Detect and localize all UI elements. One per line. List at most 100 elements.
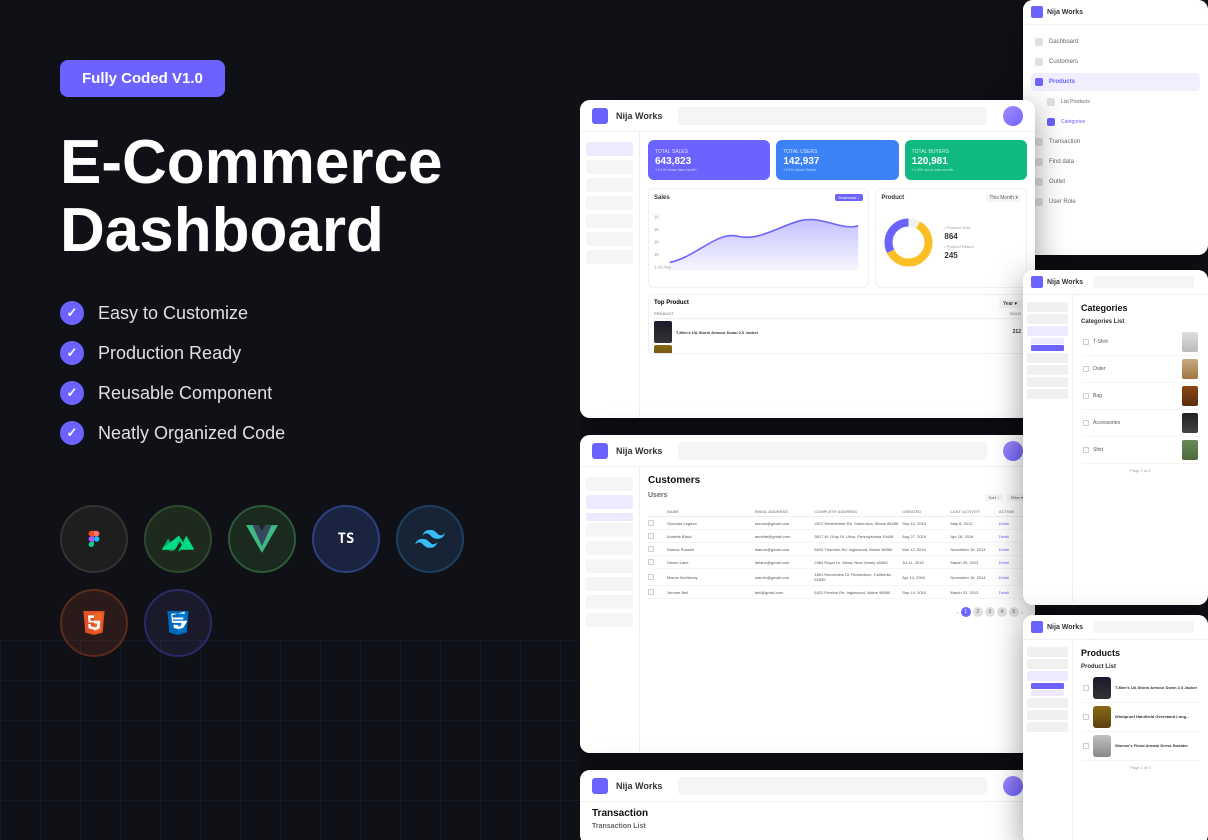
cat-nav-1[interactable] bbox=[1027, 302, 1068, 312]
prod-body: Products Product List T-Men's UA Storm A… bbox=[1023, 640, 1208, 840]
nav-categories[interactable]: Categories bbox=[1031, 113, 1200, 131]
cust-sidebar-customers[interactable] bbox=[586, 495, 633, 509]
cat-nav-8[interactable] bbox=[1027, 389, 1068, 399]
page-2[interactable]: 2 bbox=[973, 607, 983, 617]
cat-nav-5[interactable] bbox=[1027, 353, 1068, 363]
cat-checkbox[interactable] bbox=[1083, 393, 1089, 399]
prod-checkbox[interactable] bbox=[1083, 685, 1089, 691]
cust-created: Sep 14, 2010 bbox=[902, 590, 947, 595]
nav-userrole[interactable]: User Role bbox=[1031, 193, 1200, 211]
cust-sidebar-dashboard[interactable] bbox=[586, 477, 633, 491]
cat-name: Accessories bbox=[1093, 420, 1120, 426]
sort-btn[interactable]: Sort ↕ bbox=[985, 494, 1003, 501]
page-4[interactable]: 4 bbox=[997, 607, 1007, 617]
cat-search[interactable] bbox=[1093, 276, 1194, 288]
page-1[interactable]: 1 bbox=[961, 607, 971, 617]
cat-checkbox[interactable] bbox=[1083, 420, 1089, 426]
cust-email: servan@gmail.com bbox=[755, 521, 812, 526]
cust-address: 8602 Thornton Rd. Inglewood, Maine 98380 bbox=[814, 547, 899, 552]
row-checkbox[interactable] bbox=[648, 533, 654, 539]
cust-created: Apr 14, 2004 bbox=[902, 575, 947, 580]
feature-production-ready: Production Ready bbox=[60, 341, 520, 365]
product-chart-header: Product This Month ▾ bbox=[881, 194, 1021, 202]
cust-sidebar-users-active[interactable] bbox=[586, 513, 633, 521]
row-checkbox[interactable] bbox=[648, 546, 654, 552]
cust-sidebar-partner[interactable] bbox=[586, 577, 633, 591]
prod-nav-listproducts[interactable] bbox=[1031, 683, 1064, 689]
cust-sidebar-userrole[interactable] bbox=[586, 613, 633, 627]
prod-nav-4[interactable] bbox=[1027, 698, 1068, 708]
figma-icon bbox=[60, 505, 128, 573]
sidebar-screenshot: Nija Works Dashboard Customers Products … bbox=[1023, 0, 1208, 255]
sidebar-row-userrole[interactable] bbox=[586, 250, 633, 264]
top-product-title: Top Product bbox=[654, 300, 689, 308]
stat-label-users: TOTAL USERS bbox=[783, 149, 891, 155]
cust-search[interactable] bbox=[678, 442, 987, 460]
prod-nav-6[interactable] bbox=[1027, 722, 1068, 732]
table-row: Devon Lane delane@gmail.com 2464 Royal L… bbox=[648, 556, 1027, 569]
cat-nav-4[interactable] bbox=[1031, 338, 1064, 344]
row-checkbox[interactable] bbox=[648, 520, 654, 526]
nav-products[interactable]: Products bbox=[1031, 73, 1200, 91]
pagination-next[interactable]: » bbox=[1021, 610, 1023, 615]
nav-finddata[interactable]: Transaction bbox=[1031, 133, 1200, 151]
pagination-prev[interactable]: « bbox=[957, 610, 959, 615]
cat-nav-categories[interactable] bbox=[1031, 345, 1064, 351]
sidebar-row-finddata[interactable] bbox=[586, 196, 633, 210]
nav-transaction[interactable]: List Products bbox=[1031, 93, 1200, 111]
cust-sidebar-outlet[interactable] bbox=[586, 595, 633, 609]
stat-total-users: TOTAL USERS 142,937 +12% since March bbox=[776, 140, 898, 180]
cust-email: marvin@gmail.com bbox=[755, 575, 812, 580]
cat-checkbox[interactable] bbox=[1083, 339, 1089, 345]
products-main: Products Product List T-Men's UA Storm A… bbox=[1073, 640, 1208, 840]
cat-nav-3-active[interactable] bbox=[1027, 326, 1068, 336]
cat-checkbox[interactable] bbox=[1083, 447, 1089, 453]
cust-created: Sep 14, 2010 bbox=[902, 521, 947, 526]
cust-sidebar-transaction[interactable] bbox=[586, 541, 633, 555]
sidebar-row-dashboard[interactable] bbox=[586, 142, 633, 156]
page-5[interactable]: 5 bbox=[1009, 607, 1019, 617]
cust-table-actions: Sort ↕ Filter ▾ bbox=[985, 494, 1027, 501]
prod-image-3 bbox=[1093, 735, 1111, 757]
prod-nav-5[interactable] bbox=[1027, 710, 1068, 720]
cust-email: bell@gmail.com bbox=[755, 590, 812, 595]
sidebar-row-transaction[interactable] bbox=[586, 178, 633, 192]
product-month-select[interactable]: This Month ▾ bbox=[986, 194, 1021, 202]
prod-nav-2[interactable] bbox=[1027, 659, 1068, 669]
transaction-title: Transaction bbox=[592, 808, 1023, 819]
page-3[interactable]: 3 bbox=[985, 607, 995, 617]
prod-checkbox[interactable] bbox=[1083, 743, 1089, 749]
cat-name: Bag bbox=[1093, 393, 1102, 399]
prod-nav-categories[interactable] bbox=[1031, 690, 1064, 696]
cust-table-headers: NAME EMAIL ADDRESS COMPLETE ADDRESS CREA… bbox=[648, 507, 1027, 517]
prod-search[interactable] bbox=[1093, 621, 1194, 633]
sidebar-row-partner[interactable] bbox=[586, 214, 633, 228]
sidebar-row-outlet[interactable] bbox=[586, 232, 633, 246]
top-product-card: Top Product Year ▾ PRODUCT SOLD T-Men's … bbox=[648, 294, 1027, 354]
th-name: NAME bbox=[667, 509, 752, 514]
cat-nav-7[interactable] bbox=[1027, 377, 1068, 387]
dash-search-bar[interactable] bbox=[678, 107, 987, 125]
cust-email: annette@gmail.com bbox=[755, 534, 812, 539]
nav-partner[interactable]: Find data bbox=[1031, 153, 1200, 171]
row-checkbox[interactable] bbox=[648, 559, 654, 565]
prod-nav-1[interactable] bbox=[1027, 647, 1068, 657]
cat-checkbox[interactable] bbox=[1083, 366, 1089, 372]
row-checkbox[interactable] bbox=[648, 589, 654, 595]
cust-activity: March 23, 2013 bbox=[950, 590, 995, 595]
trans-search[interactable] bbox=[678, 777, 987, 795]
cat-nav-2[interactable] bbox=[1027, 314, 1068, 324]
sales-download-btn[interactable]: Download ↓ bbox=[835, 194, 864, 201]
prod-checkbox[interactable] bbox=[1083, 714, 1089, 720]
row-checkbox[interactable] bbox=[648, 574, 654, 580]
nav-outlet[interactable]: Outlet bbox=[1031, 173, 1200, 191]
sidebar-row-products[interactable] bbox=[586, 160, 633, 174]
cat-nav-6[interactable] bbox=[1027, 365, 1068, 375]
nav-dashboard[interactable]: Dashboard bbox=[1031, 33, 1200, 51]
nav-customers[interactable]: Customers bbox=[1031, 53, 1200, 71]
prod-nav-3[interactable] bbox=[1027, 671, 1068, 681]
cust-sidebar-products[interactable] bbox=[586, 523, 633, 537]
top-product-year-select[interactable]: Year ▾ bbox=[999, 300, 1021, 308]
category-item-outer: Outer bbox=[1081, 356, 1200, 383]
cust-sidebar-finddata[interactable] bbox=[586, 559, 633, 573]
